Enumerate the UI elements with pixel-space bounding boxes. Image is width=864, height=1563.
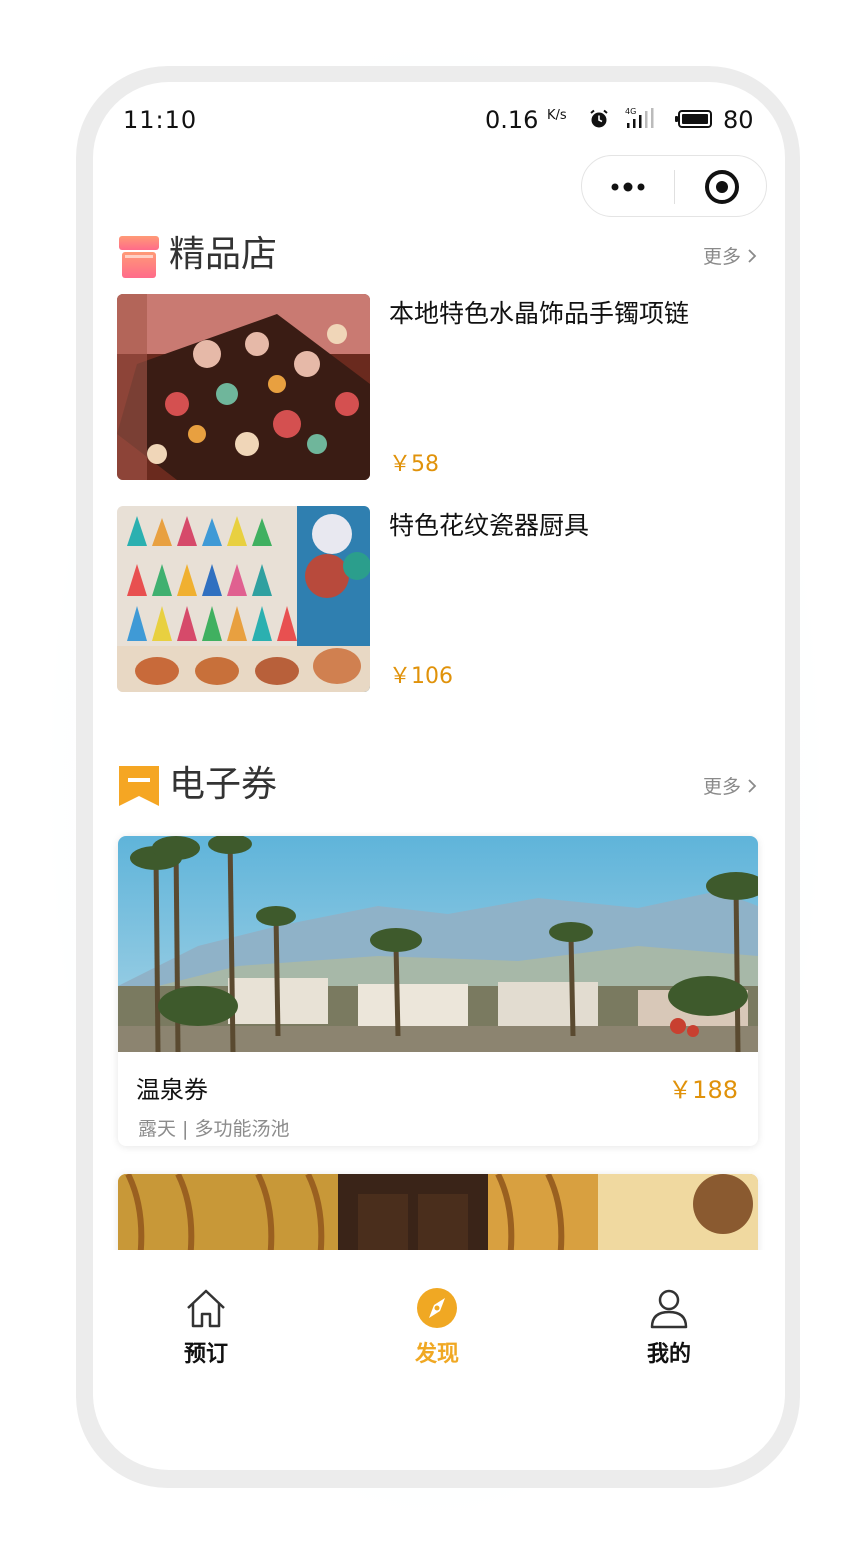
product-name: 本地特色水晶饰品手镯项链: [389, 299, 690, 328]
more-dots-icon[interactable]: [608, 174, 648, 200]
more-label: 更多: [702, 776, 741, 798]
shop-icon: [119, 236, 159, 278]
product-price: ￥58: [389, 452, 439, 477]
coupon-tags: 露天 | 多功能汤池: [138, 1118, 290, 1140]
coupon-name: 温泉券: [136, 1076, 208, 1104]
product-name: 特色花纹瓷器厨具: [389, 511, 590, 540]
coupons-more-link[interactable]: 更多: [703, 772, 757, 799]
product-item[interactable]: 本地特色水晶饰品手镯项链 ￥58: [117, 294, 757, 480]
chevron-right-icon: [748, 248, 757, 263]
product-item[interactable]: 特色花纹瓷器厨具 ￥106: [117, 506, 757, 692]
product-image-ceramics: [117, 506, 370, 692]
home-icon: [187, 1289, 225, 1328]
status-bar: 11:10 0.16 K/s 4G 80: [93, 82, 785, 158]
miniprogram-capsule: [581, 155, 767, 217]
ticket-icon: [119, 766, 159, 806]
network-speed: 0.16: [485, 106, 539, 134]
target-icon[interactable]: [704, 169, 740, 205]
tab-label: 发现: [414, 1342, 459, 1367]
coupons-header: 电子券 更多: [117, 762, 757, 812]
boutique-title: 精品店: [169, 234, 278, 275]
tab-discover[interactable]: 发现: [377, 1286, 497, 1376]
signal-icon: 4G: [625, 107, 654, 128]
phone-screen: 11:10 0.16 K/s 4G 80 精品店 更多 本地特色水晶饰品手镯项链…: [93, 82, 785, 1470]
alarm-icon: [590, 109, 608, 128]
more-label: 更多: [702, 246, 741, 268]
network-speed-unit: K/s: [547, 108, 567, 123]
product-price: ￥106: [389, 664, 453, 689]
status-time: 11:10: [123, 106, 198, 134]
boutique-more-link[interactable]: 更多: [703, 242, 757, 269]
coupons-title: 电子券: [169, 764, 278, 805]
boutique-header: 精品店 更多: [117, 232, 757, 282]
coupon-price: ￥188: [668, 1076, 738, 1104]
tab-mine[interactable]: 我的: [609, 1286, 729, 1376]
tab-label: 我的: [646, 1342, 691, 1367]
tab-label: 预订: [183, 1342, 228, 1367]
product-image-jewelry: [117, 294, 370, 480]
tab-booking[interactable]: 预订: [146, 1286, 266, 1376]
coupon-image-hot-spring: [118, 836, 758, 1052]
tab-bar: 预订 发现 我的: [93, 1250, 785, 1380]
network-type-label: 4G: [625, 107, 636, 116]
person-icon: [650, 1289, 688, 1329]
capsule-divider: [674, 170, 675, 204]
compass-icon: [417, 1288, 457, 1328]
battery-level: 80: [723, 106, 754, 134]
coupon-card[interactable]: 温泉券 ￥188 露天 | 多功能汤池: [118, 836, 758, 1146]
battery-icon: [675, 110, 712, 128]
chevron-right-icon: [748, 778, 757, 793]
